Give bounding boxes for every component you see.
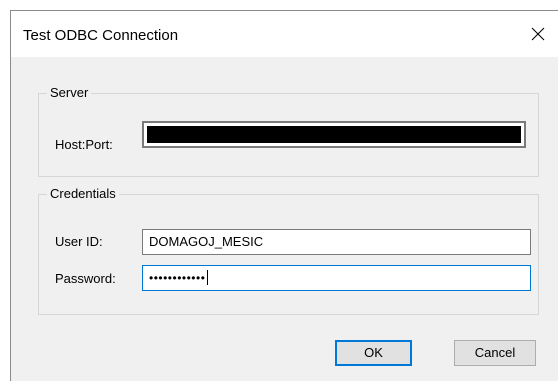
text-caret xyxy=(207,270,209,286)
password-input[interactable]: •••••••••••• xyxy=(142,265,531,291)
host-port-input[interactable] xyxy=(142,121,526,148)
credentials-group-label: Credentials xyxy=(47,185,119,202)
window-title: Test ODBC Connection xyxy=(23,27,179,44)
password-label: Password: xyxy=(55,271,116,286)
close-icon xyxy=(531,27,545,41)
redacted-host-value xyxy=(147,126,521,143)
title-bar: Test ODBC Connection xyxy=(11,11,558,57)
user-id-label: User ID: xyxy=(55,234,103,249)
close-button[interactable] xyxy=(518,11,558,57)
password-value: •••••••••••• xyxy=(149,271,206,285)
test-odbc-connection-dialog: Test ODBC Connection Server Host:Port: C… xyxy=(10,10,558,381)
server-group-label: Server xyxy=(47,84,92,101)
ok-button[interactable]: OK xyxy=(335,340,412,366)
user-id-input[interactable]: DOMAGOJ_MESIC xyxy=(142,229,531,255)
cancel-button[interactable]: Cancel xyxy=(454,340,536,366)
user-id-value: DOMAGOJ_MESIC xyxy=(149,234,264,249)
host-port-label: Host:Port: xyxy=(55,137,113,152)
